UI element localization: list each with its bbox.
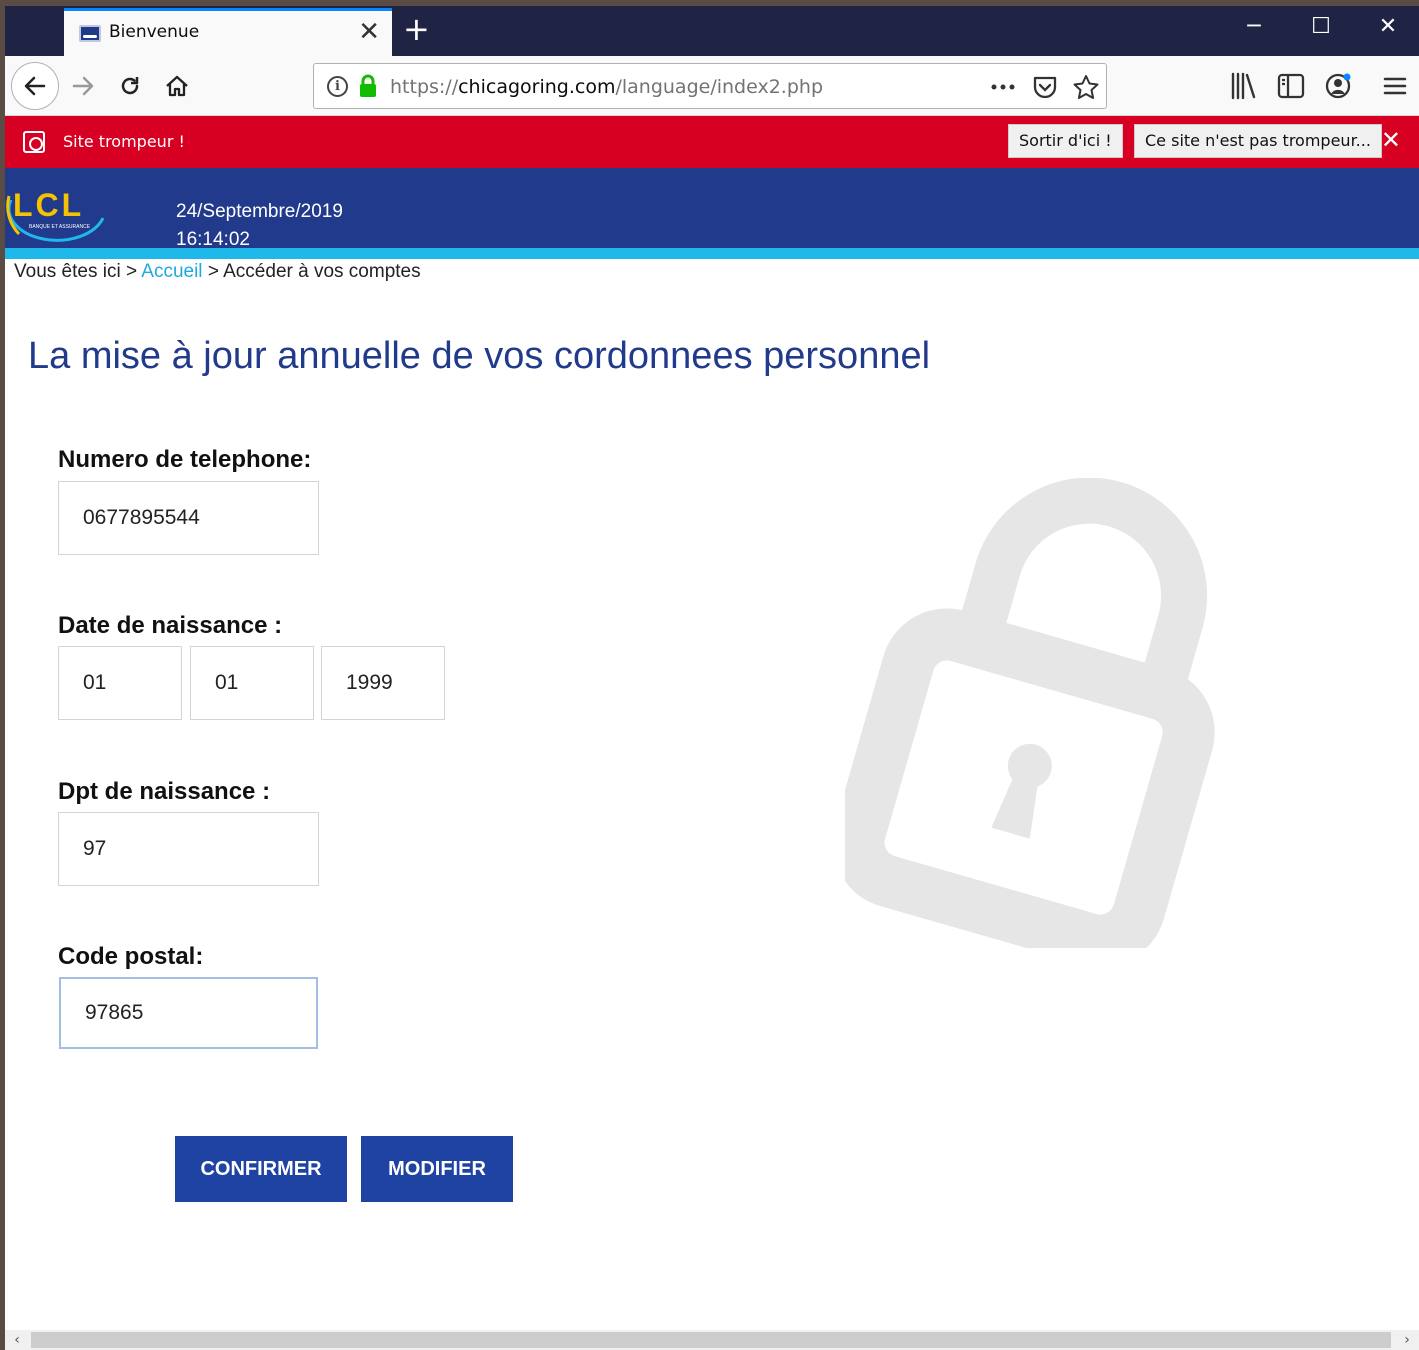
postal-code-input[interactable]: [59, 977, 318, 1049]
deceptive-site-bar: Site trompeur ! Sortir d'ici ! Ce site n…: [5, 116, 1419, 168]
dpt-label: Dpt de naissance :: [58, 778, 271, 805]
menu-icon[interactable]: [1379, 70, 1411, 102]
not-deceptive-button[interactable]: Ce site n'est pas trompeur...: [1134, 124, 1382, 158]
maximize-icon[interactable]: ☐: [1301, 14, 1341, 48]
modify-button[interactable]: MODIFIER: [361, 1136, 513, 1202]
forward-button[interactable]: [61, 64, 105, 108]
header-datetime: 24/Septembre/2019 16:14:02: [176, 198, 343, 254]
reload-button[interactable]: [108, 64, 152, 108]
scrollbar-thumb[interactable]: [31, 1332, 1391, 1348]
dob-month-input[interactable]: [190, 646, 314, 720]
dpt-input[interactable]: [58, 812, 319, 886]
back-arrow-icon: [24, 76, 46, 96]
horizontal-scrollbar[interactable]: ‹ ›: [5, 1330, 1419, 1350]
phone-input[interactable]: [58, 481, 319, 555]
url-path: /language/index2.php: [615, 76, 824, 98]
url-host: chicagoring.com: [458, 76, 616, 98]
lcl-logo[interactable]: LCL BANQUE ET ASSURANCE: [5, 180, 115, 244]
warning-text: Site trompeur !: [63, 132, 185, 151]
postal-label: Code postal:: [58, 943, 204, 970]
dob-day-input[interactable]: [58, 646, 182, 720]
new-tab-icon[interactable]: +: [403, 10, 430, 48]
tab-bienvenue[interactable]: Bienvenue ✕: [64, 8, 392, 56]
warning-close-icon[interactable]: ✕: [1381, 126, 1401, 154]
svg-text:LCL: LCL: [13, 187, 84, 223]
breadcrumb-current: > Accéder à vos comptes: [207, 261, 421, 282]
breadcrumb-prefix: Vous êtes ici >: [14, 261, 138, 282]
lcl-favicon-icon: [79, 25, 101, 42]
library-icon[interactable]: [1227, 70, 1259, 102]
page-content: LCL BANQUE ET ASSURANCE 24/Septembre/201…: [5, 168, 1419, 1330]
url-bar[interactable]: i https://chicagoring.com/language/index…: [313, 63, 1107, 109]
bookmark-star-icon[interactable]: [1072, 74, 1100, 100]
home-icon: [166, 75, 188, 97]
reload-icon: [121, 77, 139, 95]
minimize-icon[interactable]: ─: [1234, 14, 1274, 48]
leave-site-button[interactable]: Sortir d'ici !: [1008, 124, 1123, 158]
browser-window: Bienvenue ✕ + ─ ☐ ✕ i https://chicagorin…: [5, 6, 1419, 1350]
scroll-right-icon[interactable]: ›: [1397, 1330, 1417, 1350]
tab-close-icon[interactable]: ✕: [358, 17, 380, 47]
page-title: La mise à jour annuelle de vos cordonnee…: [28, 335, 931, 377]
pocket-icon[interactable]: [1031, 74, 1059, 100]
breadcrumb-home-link[interactable]: Accueil: [141, 261, 202, 282]
dob-label: Date de naissance :: [58, 612, 283, 639]
info-icon[interactable]: i: [327, 76, 348, 97]
window-close-icon[interactable]: ✕: [1368, 14, 1408, 48]
breadcrumb: Vous êtes ici > Accueil > Accéder à vos …: [14, 261, 421, 283]
warning-shield-icon: [23, 131, 45, 153]
dob-year-input[interactable]: [321, 646, 445, 720]
confirm-button[interactable]: CONFIRMER: [175, 1136, 347, 1202]
url-text[interactable]: https://chicagoring.com/language/index2.…: [390, 76, 823, 98]
url-prefix: https://: [390, 76, 459, 98]
padlock-icon[interactable]: [358, 74, 378, 98]
background-lock-icon: [845, 478, 1215, 948]
tab-strip: Bienvenue ✕ + ─ ☐ ✕: [5, 6, 1419, 56]
header-stripe: [5, 248, 1419, 259]
home-button[interactable]: [155, 64, 199, 108]
forward-arrow-icon: [72, 76, 94, 96]
site-header: LCL BANQUE ET ASSURANCE 24/Septembre/201…: [5, 168, 1419, 250]
scroll-left-icon[interactable]: ‹: [7, 1330, 27, 1350]
account-icon[interactable]: [1322, 70, 1354, 102]
tab-title: Bienvenue: [109, 22, 200, 42]
phone-label: Numero de telephone:: [58, 446, 312, 473]
header-date: 24/Septembre/2019: [176, 201, 343, 222]
navigation-bar: i https://chicagoring.com/language/index…: [5, 56, 1419, 116]
svg-text:BANQUE ET ASSURANCE: BANQUE ET ASSURANCE: [29, 224, 91, 230]
sidebar-icon[interactable]: [1275, 70, 1307, 102]
more-actions-icon[interactable]: [989, 74, 1017, 100]
back-button[interactable]: [11, 62, 59, 110]
